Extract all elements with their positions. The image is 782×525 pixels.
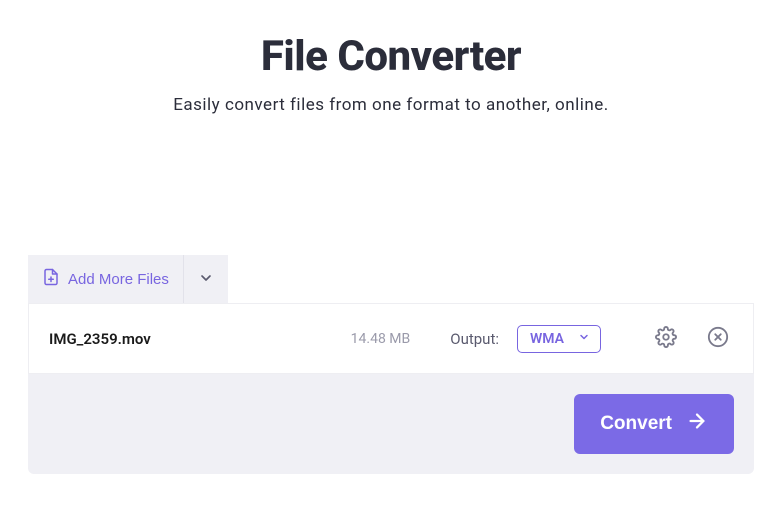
file-name: IMG_2359.mov	[49, 330, 249, 348]
convert-button[interactable]: Convert	[574, 394, 734, 454]
output-format-select[interactable]: WMA	[517, 325, 601, 353]
file-size: 14.48 MB	[351, 331, 411, 347]
settings-button[interactable]	[651, 322, 681, 355]
page-subtitle: Easily convert files from one format to …	[28, 95, 754, 115]
remove-file-button[interactable]	[703, 322, 733, 355]
file-row: IMG_2359.mov 14.48 MB Output: WMA	[28, 303, 754, 374]
add-more-files-button[interactable]: Add More Files	[28, 255, 183, 303]
output-format-value: WMA	[530, 331, 564, 347]
converter-panel: Add More Files IMG_2359.mov 14.48 MB Out…	[28, 255, 754, 474]
arrow-right-icon	[686, 410, 708, 438]
add-more-files-label: Add More Files	[68, 271, 169, 288]
file-add-icon	[42, 268, 60, 290]
gear-icon	[655, 326, 677, 351]
output-label: Output:	[450, 330, 499, 348]
add-more-files-dropdown[interactable]	[183, 255, 228, 303]
chevron-down-icon	[578, 331, 590, 347]
convert-button-label: Convert	[600, 413, 672, 435]
footer-bar: Convert	[28, 374, 754, 474]
chevron-down-icon	[198, 270, 214, 289]
page-title: File Converter	[28, 32, 754, 81]
close-circle-icon	[707, 326, 729, 351]
